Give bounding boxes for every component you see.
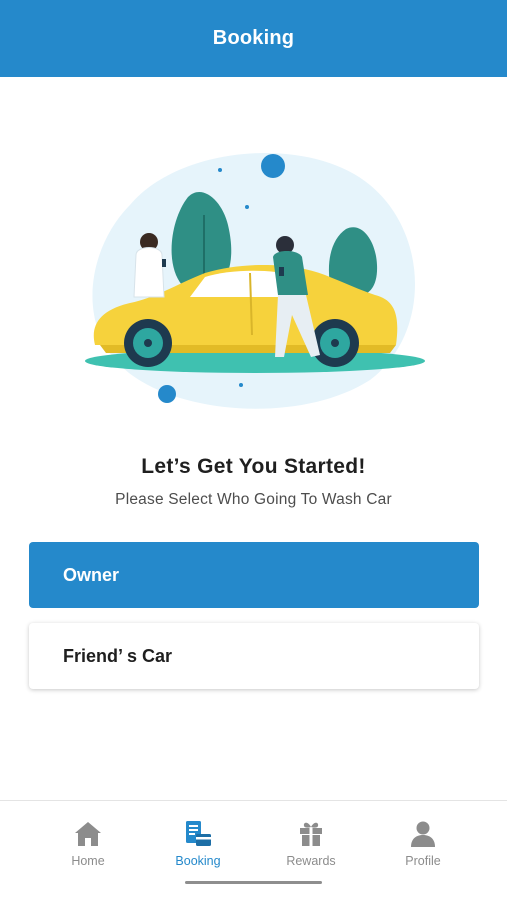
user-icon: [411, 821, 435, 847]
home-indicator: [185, 881, 322, 884]
bottom-tab-bar: Home Booking Rewards Profile: [0, 800, 507, 900]
home-icon: [75, 822, 101, 846]
friends-car-option-label: Friend’ s Car: [63, 645, 173, 666]
tab-rewards-label: Rewards: [286, 854, 336, 868]
friends-car-option-button[interactable]: Friend’ s Car: [29, 623, 479, 689]
tab-rewards[interactable]: Rewards: [266, 819, 356, 879]
owner-option-button[interactable]: Owner: [29, 542, 479, 608]
app-header: Booking: [0, 0, 507, 77]
page-title: Booking: [212, 27, 295, 49]
owner-option-label: Owner: [63, 564, 120, 585]
tab-profile[interactable]: Profile: [378, 819, 468, 879]
booking-icon: [186, 821, 211, 846]
tab-booking-label: Booking: [175, 854, 221, 868]
select-instruction: Please Select Who Going To Wash Car: [115, 491, 392, 508]
tab-home-label: Home: [71, 854, 105, 868]
tab-home[interactable]: Home: [43, 819, 133, 879]
tab-profile-label: Profile: [405, 854, 441, 868]
tab-booking[interactable]: Booking: [153, 819, 243, 879]
gift-icon: [300, 822, 322, 846]
car-wash-illustration: [85, 152, 425, 409]
started-heading: Let’s Get You Started!: [141, 455, 366, 478]
